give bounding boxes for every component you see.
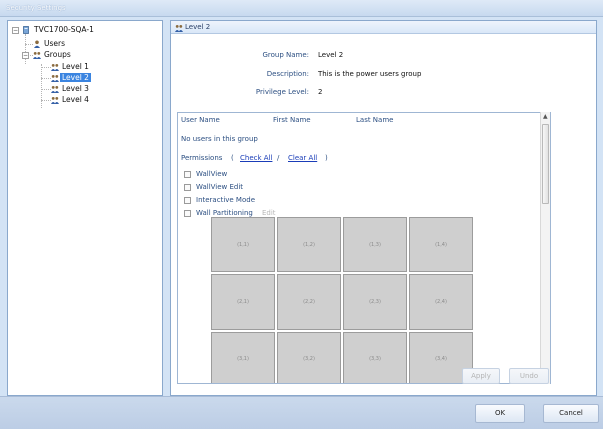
wall-cell[interactable]: (3,2) (277, 331, 341, 383)
group-icon (51, 64, 59, 71)
group-icon (51, 75, 59, 82)
wall-cell[interactable]: (2,3) (343, 274, 407, 330)
clear-all-link[interactable]: Clear All (288, 154, 317, 162)
wallview-label: WallView (196, 170, 228, 178)
privilege-level-value[interactable]: 2 (318, 88, 322, 96)
group-icon (33, 52, 41, 59)
scrollbar-thumb[interactable] (542, 124, 549, 204)
tree-node-groups[interactable]: Groups (42, 49, 73, 60)
tree-line (41, 64, 42, 108)
window-title: Security Settings (6, 4, 66, 12)
wall-partition-grid: (1,1) (1,2) (1,3) (1,4) (2,1) (2,2) (2,3… (211, 217, 473, 383)
tree-node-groups-label: Groups (44, 50, 71, 59)
tree-line (41, 89, 51, 90)
wall-cell[interactable]: (2,1) (211, 274, 275, 330)
wallview-checkbox[interactable] (184, 171, 191, 178)
group-icon (51, 97, 59, 104)
tree-node-level-4-label: Level 4 (62, 95, 89, 104)
server-icon (23, 26, 29, 34)
panel-header-title: Level 2 (185, 23, 211, 31)
tree-node-level-1-label: Level 1 (62, 62, 89, 71)
tree-node-level-3[interactable]: Level 3 (60, 83, 91, 94)
group-icon (175, 25, 183, 32)
partition-edit-link[interactable]: Edit (262, 209, 276, 217)
wall-partitioning-label: Wall Partitioning (196, 209, 253, 217)
check-all-link[interactable]: Check All (240, 154, 272, 162)
column-header-last-name[interactable]: Last Name (356, 116, 393, 124)
wall-partitioning-checkbox[interactable] (184, 210, 191, 217)
group-details-panel: Level 2 Group Name: Level 2 Description:… (170, 20, 597, 396)
wall-cell[interactable]: (1,3) (343, 217, 407, 273)
group-name-value[interactable]: Level 2 (318, 51, 343, 59)
security-tree: − TVC1700-SQA-1 Users − Groups Level 1 L… (7, 20, 163, 396)
collapse-groups-toggle[interactable]: − (22, 52, 29, 59)
tree-line (41, 67, 51, 68)
wall-cell[interactable]: (1,1) (211, 217, 275, 273)
tree-node-root[interactable]: TVC1700-SQA-1 (32, 24, 96, 35)
tree-line (41, 78, 51, 79)
wall-cell[interactable]: (3,1) (211, 331, 275, 383)
wall-cell[interactable]: (2,4) (409, 274, 473, 330)
group-name-label: Group Name: (262, 51, 309, 59)
tree-line (25, 44, 33, 45)
tree-node-root-label: TVC1700-SQA-1 (34, 25, 94, 34)
wall-cell[interactable]: (2,2) (277, 274, 341, 330)
wall-cell[interactable]: (3,3) (343, 331, 407, 383)
tree-node-level-2-label: Level 2 (60, 73, 91, 82)
tree-line (25, 34, 26, 64)
wallview-edit-label: WallView Edit (196, 183, 244, 191)
undo-button[interactable]: Undo (509, 368, 549, 384)
user-icon (34, 40, 40, 48)
wallview-edit-checkbox[interactable] (184, 184, 191, 191)
column-header-user-name[interactable]: User Name (181, 116, 220, 124)
scroll-up-arrow-icon[interactable]: ▲ (543, 113, 548, 120)
interactive-mode-checkbox[interactable] (184, 197, 191, 204)
ok-button[interactable]: OK (475, 404, 525, 423)
dialog-button-bar: OK Cancel (0, 396, 603, 429)
close-paren: ) (325, 154, 328, 162)
wall-cell[interactable]: (1,2) (277, 217, 341, 273)
tree-node-level-4[interactable]: Level 4 (60, 94, 91, 105)
group-icon (51, 86, 59, 93)
tree-line (41, 100, 51, 101)
column-header-first-name[interactable]: First Name (273, 116, 311, 124)
wall-cell[interactable]: (1,4) (409, 217, 473, 273)
users-permissions-box: User Name First Name Last Name No users … (177, 112, 551, 384)
description-value[interactable]: This is the power users group (318, 70, 421, 78)
tree-node-level-2[interactable]: Level 2 (60, 72, 91, 83)
privilege-level-label: Privilege Level: (255, 88, 309, 96)
apply-button[interactable]: Apply (462, 368, 500, 384)
tree-node-level-3-label: Level 3 (62, 84, 89, 93)
tree-node-level-1[interactable]: Level 1 (60, 61, 91, 72)
panel-header: Level 2 (171, 21, 596, 34)
vertical-scrollbar[interactable]: ▲ ▼ (540, 112, 550, 384)
tree-node-users[interactable]: Users (42, 38, 67, 49)
interactive-mode-label: Interactive Mode (196, 196, 256, 204)
permissions-label: Permissions (181, 154, 223, 162)
link-separator: / (277, 154, 280, 162)
cancel-button[interactable]: Cancel (543, 404, 599, 423)
tree-node-users-label: Users (44, 39, 66, 48)
empty-users-message: No users in this group (181, 135, 258, 143)
open-paren: ( (231, 154, 234, 162)
title-bar: Security Settings (0, 0, 603, 17)
collapse-root-toggle[interactable]: − (12, 27, 19, 34)
description-label: Description: (266, 70, 309, 78)
